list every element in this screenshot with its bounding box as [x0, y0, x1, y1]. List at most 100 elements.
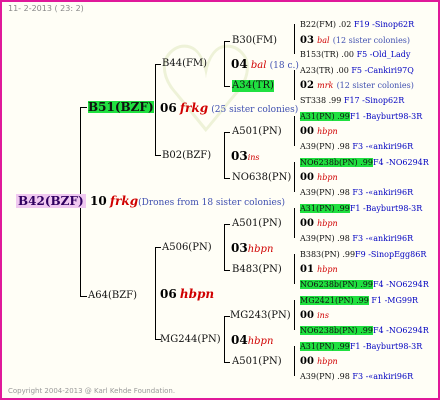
gen7-id: A501(PN)	[232, 218, 282, 229]
gen7-line: 03 bal (12 sister colonies)	[300, 35, 410, 47]
gen6-source: F1 -Bayburt98-3R	[349, 204, 423, 213]
gen6-line: NO6238b(PN) .99F4 -NO6294R	[300, 325, 429, 337]
gen7-gen: 02	[300, 80, 314, 91]
gen7-gen: 00	[300, 218, 314, 229]
gen6-line: ST338 .99 F17 -Sinop62R	[300, 95, 404, 107]
gen7-id: NO638(PN)	[232, 172, 292, 183]
connector	[224, 362, 230, 363]
gen8-line: 04 bal (18 c.)	[231, 58, 299, 72]
gen8-queen: hbpn	[247, 336, 274, 347]
gen6-source: F1 -MG99R	[371, 296, 419, 305]
gen6-id: NO6238b(PN) .99	[300, 280, 373, 289]
connector	[155, 247, 156, 340]
gen8-line: 03hbpn	[231, 242, 273, 256]
gen6-source: F3 -«ankiri96R	[352, 372, 414, 381]
connector	[155, 64, 161, 65]
connector	[294, 162, 295, 192]
connector	[80, 107, 87, 108]
gen7-queen: hbpn	[317, 219, 338, 228]
gen8-id: A506(PN)	[162, 242, 212, 253]
gen6-id: A39(PN) .98	[300, 142, 350, 151]
root-gen: 10	[90, 194, 107, 208]
connector	[294, 24, 295, 54]
gen7-line: 02 mrk (12 sister colonies)	[300, 80, 414, 92]
gen7-line: 00 hbpn	[300, 218, 338, 230]
gen6-line: A39(PN) .98 F3 -«ankiri96R	[300, 141, 413, 153]
gen7-queen: mrk	[317, 81, 334, 90]
gen6-id: A31(PN) .99	[300, 342, 350, 351]
copyright-footer: Copyright 2004-2013 @ Karl Kehde Foundat…	[8, 387, 176, 395]
timestamp-header: 11- 2-2013 ( 23: 2)	[8, 4, 84, 13]
connector	[155, 247, 161, 248]
gen6-line: A31(PN) .99F1 -Bayburt98-3R	[300, 203, 422, 215]
gen8-gen: 03	[231, 241, 248, 255]
gen7-gen: 00	[300, 172, 314, 183]
connector	[224, 41, 230, 42]
gen6-id: B383(PN) .99	[300, 250, 356, 259]
connector	[224, 224, 230, 225]
gen6-line: MG2421(PN) .99 F1 -MG99R	[300, 295, 418, 307]
gen7-id: A34(TR)	[232, 80, 274, 92]
gen8-note: (18 c.)	[269, 61, 299, 71]
gen7-id: A501(PN)	[232, 126, 282, 137]
gen8-line: 03ins	[231, 150, 260, 164]
gen7-gen: 00	[300, 356, 314, 367]
gen8-gen: 04	[231, 57, 248, 71]
gen6-id: A31(PN) .99	[300, 204, 350, 213]
gen6-line: NO6238b(PN) .99F4 -NO6294R	[300, 157, 429, 169]
gen6-line: A31(PN) .99F1 -Bayburt98-3R	[300, 111, 422, 123]
connector	[224, 86, 230, 87]
connector	[224, 316, 225, 363]
gen6-source: F17 -Sinop62R	[343, 96, 405, 105]
gen8-gen: 03	[231, 149, 248, 163]
gen7-id: A501(PN)	[232, 356, 282, 367]
connector	[294, 300, 295, 330]
pedigree-frame: ♡ 11- 2-2013 ( 23: 2) B42(BZF) 10 frkg(D…	[0, 0, 440, 400]
connector	[155, 64, 156, 156]
gen7-line: 00 hbpn	[300, 126, 338, 138]
gen6-line: A39(PN) .98 F3 -«ankiri96R	[300, 187, 413, 199]
gen7-line: 00 hbpn	[300, 356, 338, 368]
gen6-id: A39(PN) .98	[300, 372, 350, 381]
root-line: 10 frkg(Drones from 18 sister colonies)	[90, 195, 285, 209]
gen6-source: F3 -«ankiri96R	[352, 234, 414, 243]
gen6-source: F4 -NO6294R	[372, 280, 429, 289]
gen8-line: 04hbpn	[231, 334, 273, 348]
gen7-gen: 00	[300, 126, 314, 137]
gen7-line: 01 hbpn	[300, 264, 338, 276]
gen6-id: A31(PN) .99	[300, 112, 350, 121]
gen6-id: MG2421(PN) .99	[300, 296, 369, 305]
connector	[224, 132, 225, 179]
gen6-source: F3 -«ankiri96R	[352, 142, 414, 151]
connector	[294, 254, 295, 284]
gen9-note: (25 sister colonies)	[211, 105, 299, 115]
gen6-source: F3 -«ankiri96R	[352, 188, 414, 197]
gen9-line: 06 frkg (25 sister colonies)	[160, 102, 298, 116]
connector	[155, 155, 161, 156]
connector	[294, 116, 295, 146]
gen7-id: B30(FM)	[232, 35, 278, 46]
gen8-queen: ins	[247, 153, 260, 162]
gen7-gen: 01	[300, 264, 314, 275]
gen6-source: F5 -Old_Lady	[356, 50, 411, 59]
gen6-id: NO6238b(PN) .99	[300, 158, 373, 167]
gen6-id: B153(TR) .00	[300, 50, 355, 59]
gen7-note: (12 sister colonies)	[336, 81, 414, 90]
gen6-source: F1 -Bayburt98-3R	[349, 112, 423, 121]
root-queen-id: B42(BZF)	[16, 194, 86, 208]
gen6-id: A23(TR) .00	[300, 66, 349, 75]
gen9-gen: 06	[160, 101, 177, 115]
gen8-id: B02(BZF)	[162, 150, 212, 161]
gen7-queen: hbpn	[317, 127, 338, 136]
connector	[224, 41, 225, 87]
gen9-queen: hbpn	[179, 287, 215, 301]
gen7-gen: 00	[300, 310, 314, 321]
gen6-source: F4 -NO6294R	[372, 326, 429, 335]
gen6-source: F19 -Sinop62R	[353, 20, 415, 29]
gen9-gen: 06	[160, 287, 177, 301]
gen7-line: 00 ins	[300, 310, 329, 322]
gen6-id: B22(FM) .02	[300, 20, 352, 29]
root-note: (Drones from 18 sister colonies)	[138, 198, 286, 208]
gen7-id: MG243(PN)	[230, 310, 291, 321]
gen6-id: ST338 .99	[300, 96, 342, 105]
